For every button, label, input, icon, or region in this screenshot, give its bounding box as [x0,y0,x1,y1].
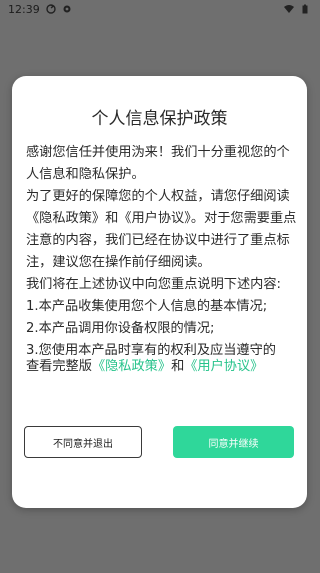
wifi-icon [284,5,294,13]
privacy-policy-link[interactable]: 《隐私政策》 [92,359,171,374]
decline-and-exit-button[interactable]: 不同意并退出 [24,426,142,458]
sync-icon [46,4,56,14]
battery-icon [302,4,308,14]
full-version-label: 查看完整版 [26,359,92,374]
policy-paragraph: 为了更好的保障您的个人权益，请您仔细阅读《隐私政策》和《用户协议》。对于您需要重… [26,189,297,270]
user-agreement-link[interactable]: 《用户协议》 [184,359,263,374]
status-time: 12:39 [8,2,40,16]
status-right [284,4,320,14]
status-bar: 12:39 [0,0,320,18]
settings-icon [63,5,71,13]
privacy-policy-dialog: 个人信息保护政策 感谢您信任并使用沩来！我们十分重视您的个人信息和隐私保护。 为… [12,76,307,508]
policy-paragraph: 感谢您信任并使用沩来！我们十分重视您的个人信息和隐私保护。 [26,145,290,182]
and-label: 和 [171,359,185,374]
policy-paragraph: 2.本产品调用你设备权限的情况; [26,321,215,336]
policy-paragraph: 1.本产品收集使用您个人信息的基本情况; [26,299,268,314]
full-version-links: 查看完整版《隐私政策》和《用户协议》 [26,355,297,379]
status-left: 12:39 [0,3,72,16]
agree-and-continue-button[interactable]: 同意并继续 [173,426,294,458]
policy-text-scroll[interactable]: 感谢您信任并使用沩来！我们十分重视您的个人信息和隐私保护。 为了更好的保障您的个… [26,142,297,444]
navigation-bar [0,551,320,573]
dialog-title: 个人信息保护政策 [91,109,228,129]
policy-paragraph: 我们将在上述协议中向您重点说明下述内容: [26,277,282,292]
